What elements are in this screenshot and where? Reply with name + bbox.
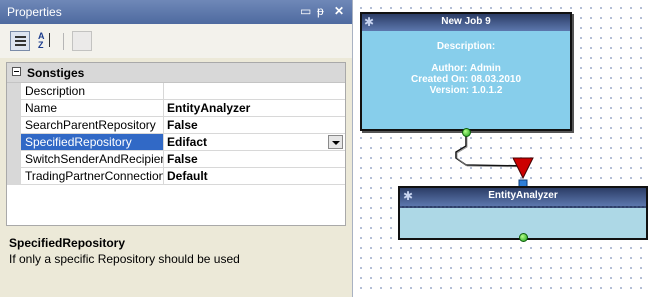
property-name: SearchParentRepository (21, 117, 164, 134)
property-name: Description (21, 83, 164, 100)
property-pages-button[interactable] (72, 31, 92, 51)
output-port-icon[interactable] (519, 233, 528, 242)
property-row-specified-repository[interactable]: SpecifiedRepository Edifact (7, 134, 345, 151)
categorized-button[interactable] (10, 31, 30, 51)
close-icon[interactable]: ✕ (334, 4, 344, 18)
output-port-icon[interactable] (462, 128, 471, 137)
connector-arrow-icon (512, 157, 534, 180)
property-row-trading-partner[interactable]: TradingPartnerConnection Default (7, 168, 345, 185)
property-grid[interactable]: Sonstiges Description Name EntityAnalyze… (6, 62, 346, 226)
properties-toolbar: A Z (0, 24, 352, 58)
property-value[interactable] (164, 83, 345, 100)
help-text: If only a specific Repository should be … (9, 252, 240, 266)
help-pane: SpecifiedRepository If only a specific R… (6, 229, 346, 295)
category-row[interactable]: Sonstiges (7, 63, 345, 83)
property-row-description[interactable]: Description (7, 83, 345, 100)
dropdown-arrow-icon[interactable] (328, 135, 343, 149)
designer-canvas[interactable]: ✱ New Job 9 Description: Author: Admin C… (353, 0, 650, 297)
entity-analyzer-header[interactable]: ✱ EntityAnalyzer (400, 188, 646, 208)
entity-analyzer-node[interactable]: ✱ EntityAnalyzer (398, 186, 648, 240)
category-label: Sonstiges (27, 66, 85, 80)
property-row-switch-sender[interactable]: SwitchSenderAndRecipient False (7, 151, 345, 168)
property-name: SpecifiedRepository (21, 134, 164, 151)
property-value[interactable]: Default (164, 168, 345, 185)
window-position-icon[interactable]: ▭ (300, 4, 311, 18)
property-value-select[interactable]: Edifact (164, 134, 345, 151)
property-name: SwitchSenderAndRecipient (21, 151, 164, 168)
toolbar-separator (63, 33, 64, 50)
collapse-icon[interactable] (12, 67, 21, 76)
alphabetical-button[interactable]: A Z (36, 31, 56, 51)
help-title: SpecifiedRepository (9, 236, 126, 250)
property-name: Name (21, 100, 164, 117)
property-value[interactable]: False (164, 117, 345, 134)
property-value: Edifact (167, 135, 208, 149)
property-row-search-parent-repository[interactable]: SearchParentRepository False (7, 117, 345, 134)
pin-icon[interactable]: ᵽ (317, 4, 324, 18)
property-row-name[interactable]: Name EntityAnalyzer (7, 100, 345, 117)
panel-title: Properties (7, 5, 62, 19)
property-value[interactable]: EntityAnalyzer (164, 100, 345, 117)
connector[interactable] (353, 0, 650, 297)
entity-analyzer-title: EntityAnalyzer (488, 190, 558, 201)
properties-panel: Properties ▭ ᵽ ✕ A Z Sonstiges Descripti… (0, 0, 353, 297)
panel-title-bar: Properties ▭ ᵽ ✕ (0, 0, 352, 24)
property-name: TradingPartnerConnection (21, 168, 164, 185)
property-value[interactable]: False (164, 151, 345, 168)
